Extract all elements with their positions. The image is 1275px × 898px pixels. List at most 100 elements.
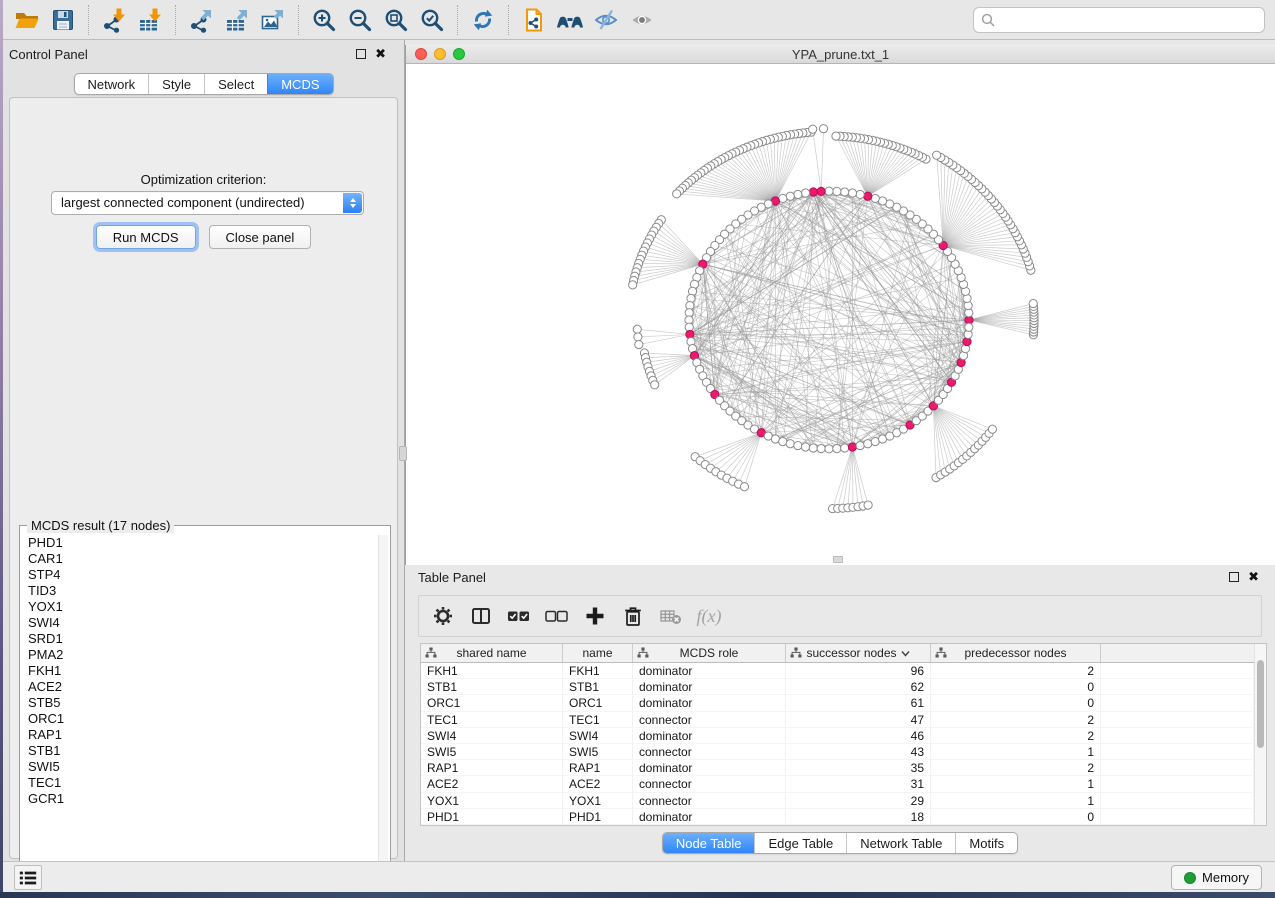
cell-predecessor_nodes[interactable]: 1 bbox=[931, 776, 1101, 791]
network-node[interactable] bbox=[794, 441, 802, 449]
export-table-button[interactable] bbox=[219, 3, 255, 37]
save-session-button[interactable] bbox=[45, 3, 81, 37]
cell-predecessor_nodes[interactable]: 1 bbox=[931, 793, 1101, 808]
tab-network-table[interactable]: Network Table bbox=[846, 833, 955, 853]
cell-name[interactable]: FKH1 bbox=[563, 663, 633, 678]
import-table-button[interactable] bbox=[132, 3, 168, 37]
zoom-selected-button[interactable] bbox=[414, 3, 450, 37]
network-node[interactable] bbox=[871, 194, 879, 202]
network-node[interactable] bbox=[825, 445, 833, 453]
tab-edge-table[interactable]: Edge Table bbox=[754, 833, 846, 853]
cell-mcds_role[interactable]: dominator bbox=[633, 679, 786, 694]
cell-mcds_role[interactable]: dominator bbox=[633, 760, 786, 775]
cell-predecessor_nodes[interactable]: 2 bbox=[931, 712, 1101, 727]
tab-style[interactable]: Style bbox=[148, 74, 204, 94]
table-scrollbar[interactable] bbox=[1254, 644, 1266, 825]
vertical-splitter-handle[interactable] bbox=[399, 446, 407, 461]
mcds-result-item[interactable]: SWI5 bbox=[22, 759, 377, 775]
cell-predecessor_nodes[interactable]: 0 bbox=[931, 679, 1101, 694]
cell-successor_nodes[interactable]: 18 bbox=[786, 809, 931, 824]
network-canvas[interactable] bbox=[406, 64, 1275, 565]
cell-name[interactable]: SWI5 bbox=[563, 744, 633, 759]
network-node[interactable] bbox=[673, 190, 681, 198]
network-document-button[interactable] bbox=[516, 3, 552, 37]
refresh-view-button[interactable] bbox=[465, 3, 501, 37]
cell-shared_name[interactable]: STB1 bbox=[421, 679, 563, 694]
mcds-result-item[interactable]: SRD1 bbox=[22, 631, 377, 647]
cell-shared_name[interactable]: RAP1 bbox=[421, 760, 563, 775]
cell-shared_name[interactable]: SWI4 bbox=[421, 728, 563, 743]
cell-successor_nodes[interactable]: 43 bbox=[786, 744, 931, 759]
close-panel-icon[interactable]: ✖ bbox=[375, 49, 386, 59]
network-node[interactable] bbox=[864, 440, 872, 448]
dominator-node[interactable] bbox=[848, 443, 856, 451]
mcds-result-item[interactable]: TID3 bbox=[22, 583, 377, 599]
dominator-node[interactable] bbox=[864, 192, 872, 200]
mcds-result-item[interactable]: TEC1 bbox=[22, 775, 377, 791]
network-node[interactable] bbox=[786, 192, 794, 200]
network-node[interactable] bbox=[634, 333, 642, 341]
criterion-select[interactable]: largest connected component (undirected) bbox=[51, 191, 364, 215]
memory-button[interactable]: Memory bbox=[1171, 865, 1262, 890]
float-panel-icon[interactable] bbox=[1229, 572, 1239, 582]
table-row[interactable]: TEC1TEC1connector472 bbox=[421, 712, 1254, 728]
mcds-result-item[interactable]: ACE2 bbox=[22, 679, 377, 695]
mcds-result-list[interactable]: PHD1CAR1STP4TID3YOX1SWI4SRD1PMA2FKH1ACE2… bbox=[22, 535, 377, 894]
column-header-shared-name[interactable]: shared name bbox=[421, 644, 563, 662]
network-node[interactable] bbox=[856, 441, 864, 449]
cell-name[interactable]: STB1 bbox=[563, 679, 633, 694]
cell-predecessor_nodes[interactable]: 2 bbox=[931, 663, 1101, 678]
cell-predecessor_nodes[interactable]: 0 bbox=[931, 695, 1101, 710]
tab-motifs[interactable]: Motifs bbox=[955, 833, 1017, 853]
tab-mcds[interactable]: MCDS bbox=[267, 74, 332, 94]
cell-name[interactable]: ACE2 bbox=[563, 776, 633, 791]
dominator-node[interactable] bbox=[809, 188, 817, 196]
cell-shared_name[interactable]: ORC1 bbox=[421, 695, 563, 710]
mcds-result-item[interactable]: FKH1 bbox=[22, 663, 377, 679]
network-node[interactable] bbox=[801, 189, 809, 197]
cell-shared_name[interactable]: FKH1 bbox=[421, 663, 563, 678]
network-node[interactable] bbox=[833, 444, 841, 452]
network-node[interactable] bbox=[841, 444, 849, 452]
dominator-node[interactable] bbox=[817, 187, 825, 195]
column-header-name[interactable]: name bbox=[563, 644, 633, 662]
mcds-result-item[interactable]: PMA2 bbox=[22, 647, 377, 663]
export-network-button[interactable] bbox=[183, 3, 219, 37]
hide-details-button[interactable] bbox=[588, 3, 624, 37]
cell-shared_name[interactable]: ACE2 bbox=[421, 776, 563, 791]
tab-network[interactable]: Network bbox=[74, 74, 148, 94]
cell-successor_nodes[interactable]: 31 bbox=[786, 776, 931, 791]
cell-predecessor_nodes[interactable]: 2 bbox=[931, 728, 1101, 743]
network-node[interactable] bbox=[988, 425, 996, 433]
cell-successor_nodes[interactable]: 29 bbox=[786, 793, 931, 808]
network-node[interactable] bbox=[825, 187, 833, 195]
column-header-successor-nodes[interactable]: successor nodes bbox=[786, 644, 931, 662]
horizontal-splitter-handle[interactable] bbox=[833, 556, 843, 563]
cell-name[interactable]: SWI4 bbox=[563, 728, 633, 743]
cell-name[interactable]: PHD1 bbox=[563, 809, 633, 824]
mcds-result-item[interactable]: STB1 bbox=[22, 743, 377, 759]
network-node[interactable] bbox=[864, 501, 872, 509]
cell-successor_nodes[interactable]: 61 bbox=[786, 695, 931, 710]
mcds-result-item[interactable]: RAP1 bbox=[22, 727, 377, 743]
network-node[interactable] bbox=[801, 443, 809, 451]
network-node[interactable] bbox=[809, 444, 817, 452]
select-all-columns-button[interactable] bbox=[503, 600, 535, 632]
function-builder-button[interactable]: f(x) bbox=[693, 600, 725, 632]
network-node[interactable] bbox=[965, 323, 973, 331]
table-row[interactable]: ORC1ORC1dominator610 bbox=[421, 695, 1254, 711]
network-node[interactable] bbox=[832, 132, 840, 140]
import-network-button[interactable] bbox=[96, 3, 132, 37]
mcds-result-item[interactable]: STB5 bbox=[22, 695, 377, 711]
table-row[interactable]: RAP1RAP1dominator352 bbox=[421, 760, 1254, 776]
tab-node-table[interactable]: Node Table bbox=[663, 833, 755, 853]
network-node[interactable] bbox=[809, 125, 817, 133]
show-columns-button[interactable] bbox=[465, 600, 497, 632]
mcds-result-item[interactable]: ORC1 bbox=[22, 711, 377, 727]
mcds-result-item[interactable]: STP4 bbox=[22, 567, 377, 583]
close-panel-button[interactable]: Close panel bbox=[209, 225, 312, 249]
table-row[interactable]: YOX1YOX1connector291 bbox=[421, 793, 1254, 809]
network-node[interactable] bbox=[651, 381, 659, 389]
delete-table-button[interactable] bbox=[655, 600, 687, 632]
cell-mcds_role[interactable]: connector bbox=[633, 712, 786, 727]
